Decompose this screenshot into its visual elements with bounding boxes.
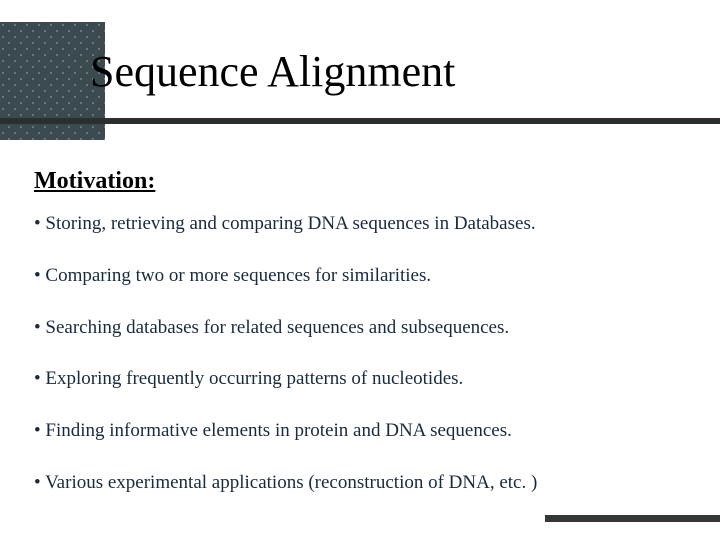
list-item: Comparing two or more sequences for simi… [34,264,694,288]
bullet-list: Storing, retrieving and comparing DNA se… [34,212,694,523]
list-item: Storing, retrieving and comparing DNA se… [34,212,694,236]
list-item: Searching databases for related sequence… [34,316,694,340]
horizontal-rule [0,118,720,124]
list-item: Finding informative elements in protein … [34,419,694,443]
slide: Sequence Alignment Motivation: Storing, … [0,0,720,540]
footer-accent-bar [545,515,720,522]
section-heading: Motivation: [34,168,155,195]
slide-title: Sequence Alignment [90,46,455,97]
list-item: Exploring frequently occurring patterns … [34,367,694,391]
list-item: Various experimental applications (recon… [34,471,694,495]
